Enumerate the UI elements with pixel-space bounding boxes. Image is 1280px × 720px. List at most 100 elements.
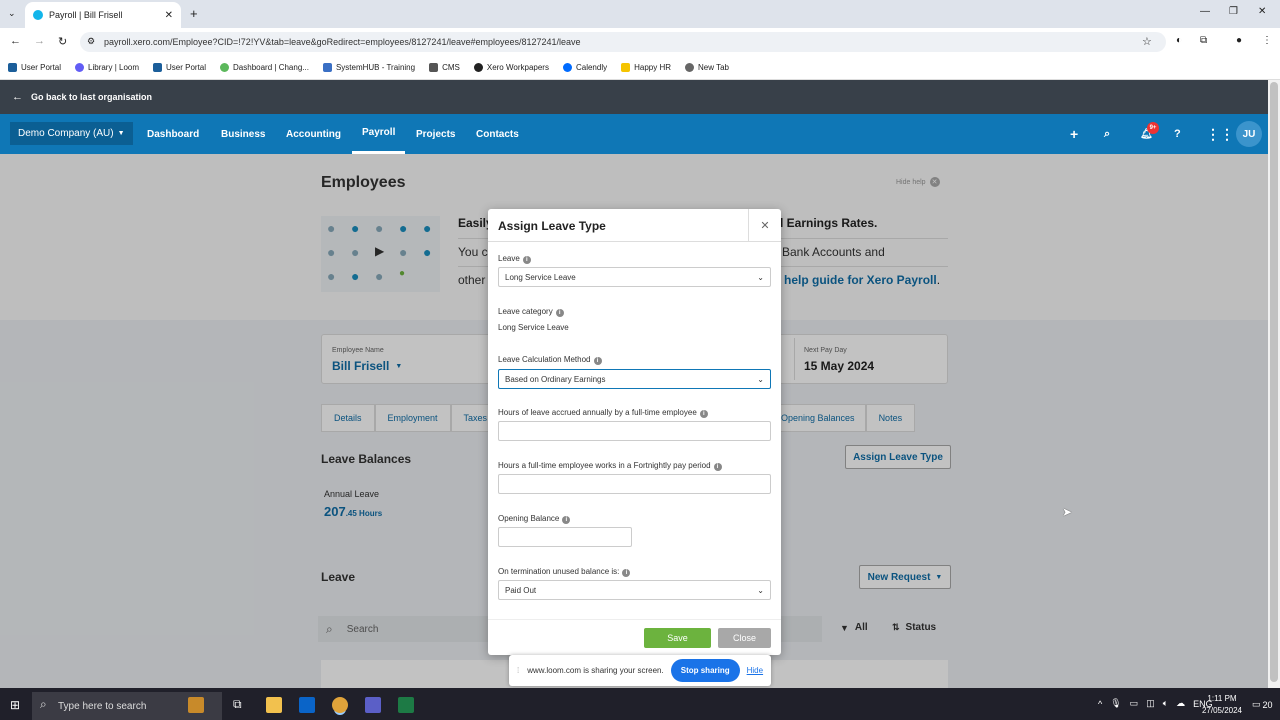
minimize-icon[interactable]: — bbox=[1200, 6, 1210, 17]
bell-icon[interactable]: 🔔︎ bbox=[1140, 114, 1153, 154]
window-close-icon[interactable]: ✕ bbox=[1258, 6, 1266, 17]
bookmark-happy-hr[interactable]: Happy HR bbox=[621, 63, 671, 72]
user-avatar[interactable]: JU bbox=[1236, 121, 1262, 147]
notification-center[interactable]: ▭ 20 bbox=[1252, 699, 1273, 710]
battery-icon[interactable]: ▭ bbox=[1130, 698, 1139, 709]
forward-icon[interactable]: → bbox=[34, 35, 45, 47]
nav-contacts[interactable]: Contacts bbox=[476, 114, 519, 154]
stop-sharing-button[interactable]: Stop sharing bbox=[670, 659, 740, 682]
plus-icon[interactable]: + bbox=[1070, 114, 1078, 154]
hours-accrued-input[interactable] bbox=[498, 421, 771, 441]
new-tab-icon[interactable]: + bbox=[190, 6, 198, 21]
extension-icon[interactable]: ◐ bbox=[1176, 35, 1182, 46]
bookmark-loom[interactable]: Library | Loom bbox=[75, 63, 139, 72]
taskbar-clock[interactable]: 1:11 PM 27/05/2024 bbox=[1198, 693, 1246, 717]
profile-icon[interactable]: ● bbox=[1236, 35, 1242, 46]
xero-favicon-icon bbox=[33, 10, 43, 20]
tab-list-icon[interactable]: ⌄ bbox=[8, 8, 16, 19]
tab-title: Payroll | Bill Frisell bbox=[49, 10, 123, 20]
category-label-text: Leave category bbox=[498, 307, 553, 316]
info-icon: i bbox=[593, 357, 602, 365]
leave-select[interactable]: Long Service Leave ⌄ bbox=[498, 267, 771, 287]
bookmark-dashboard[interactable]: Dashboard | Chang... bbox=[220, 63, 309, 72]
globe-icon bbox=[685, 63, 695, 72]
reload-icon[interactable]: ↻ bbox=[58, 35, 67, 48]
network-icon[interactable]: ◫ bbox=[1146, 698, 1155, 709]
nav-payroll[interactable]: Payroll bbox=[352, 114, 406, 154]
nav-projects[interactable]: Projects bbox=[416, 114, 455, 154]
user-portal-icon bbox=[8, 63, 17, 72]
back-icon[interactable]: ← bbox=[10, 35, 21, 47]
bookmark-new-tab[interactable]: New Tab bbox=[685, 63, 729, 72]
info-icon: i bbox=[522, 256, 531, 264]
tab-close-icon[interactable]: ✕ bbox=[165, 10, 173, 21]
browser-tab[interactable]: Payroll | Bill Frisell ✕ bbox=[25, 2, 181, 28]
outlook-icon[interactable] bbox=[299, 697, 315, 713]
file-explorer-icon[interactable] bbox=[266, 697, 282, 713]
method-label: Leave Calculation Method i bbox=[498, 355, 602, 365]
calendly-icon bbox=[562, 63, 572, 72]
url-text: payroll.xero.com/Employee?CID=!72!YV&tab… bbox=[104, 37, 581, 47]
dialog-footer-divider bbox=[488, 619, 781, 620]
termination-select[interactable]: Paid Out ⌄ bbox=[498, 580, 771, 600]
drag-handle-icon[interactable]: ⁞ bbox=[517, 666, 519, 675]
screen-share-message: www.loom.com is sharing your screen. bbox=[527, 666, 664, 675]
bookmark-calendly[interactable]: Calendly bbox=[562, 63, 607, 72]
extensions-puzzle-icon[interactable]: ⧉ bbox=[1200, 35, 1207, 46]
teams-icon[interactable] bbox=[365, 697, 381, 713]
bookmark-user-portal[interactable]: User Portal bbox=[8, 63, 61, 72]
dialog-title: Assign Leave Type bbox=[498, 219, 606, 233]
nav-business[interactable]: Business bbox=[221, 114, 265, 154]
bookmark-user-portal-2[interactable]: User Portal bbox=[153, 63, 206, 72]
category-value: Long Service Leave bbox=[498, 323, 569, 332]
loom-icon bbox=[75, 63, 85, 72]
system-tray: ^ 🎙︎ ▭ ◫ 🔈︎ ☁ ENG bbox=[1098, 698, 1213, 709]
back-to-organisation-bar[interactable]: ← Go back to last organisation bbox=[0, 80, 1268, 114]
search-icon[interactable]: ⌕ bbox=[1104, 114, 1110, 154]
dialog-close-icon[interactable]: ✕ bbox=[748, 209, 781, 241]
clock-date: 27/05/2024 bbox=[1201, 706, 1243, 715]
org-switcher[interactable]: Demo Company (AU) ▼ bbox=[10, 122, 133, 145]
scrollbar-thumb[interactable] bbox=[1270, 82, 1278, 682]
microphone-icon[interactable]: 🎙︎ bbox=[1110, 698, 1121, 709]
site-info-icon[interactable]: ⚙ bbox=[87, 36, 95, 47]
calculation-method-select[interactable]: Based on Ordinary Earnings ⌄ bbox=[498, 369, 771, 389]
menu-dots-icon[interactable]: ⋮ bbox=[1262, 35, 1272, 46]
bookmark-star-icon[interactable]: ☆ bbox=[1142, 35, 1152, 48]
notification-count: 20 bbox=[1262, 699, 1273, 710]
info-icon: i bbox=[699, 410, 708, 418]
nav-accounting[interactable]: Accounting bbox=[286, 114, 341, 154]
dialog-header-divider bbox=[488, 241, 781, 242]
bookmark-systemhub[interactable]: SystemHUB - Training bbox=[322, 63, 415, 72]
bookmark-cms[interactable]: CMS bbox=[429, 63, 460, 72]
nav-dashboard[interactable]: Dashboard bbox=[147, 114, 199, 154]
clock-time: 1:11 PM bbox=[1207, 694, 1237, 703]
termination-label: On termination unused balance is: i bbox=[498, 567, 631, 577]
bookmark-xero-workpapers[interactable]: Xero Workpapers bbox=[473, 63, 549, 72]
help-icon[interactable]: ? bbox=[1174, 114, 1181, 154]
speaker-icon[interactable]: 🔈︎ bbox=[1163, 698, 1168, 709]
user-portal-icon bbox=[153, 63, 163, 72]
method-label-text: Leave Calculation Method bbox=[498, 355, 591, 364]
taskbar-search-placeholder: Type here to search bbox=[58, 700, 147, 712]
org-name: Demo Company (AU) bbox=[18, 128, 114, 139]
chrome-icon[interactable] bbox=[332, 697, 348, 713]
task-view-icon[interactable]: ⧉ bbox=[233, 697, 242, 712]
category-label: Leave category i bbox=[498, 307, 564, 317]
excel-icon[interactable] bbox=[398, 697, 414, 713]
chevron-down-icon: ⌄ bbox=[757, 585, 764, 595]
onedrive-icon[interactable]: ☁ bbox=[1176, 698, 1185, 709]
url-bar[interactable]: payroll.xero.com/Employee?CID=!72!YV&tab… bbox=[80, 32, 1166, 52]
hours-period-input[interactable] bbox=[498, 474, 771, 494]
windows-start-icon[interactable]: ⊞ bbox=[10, 698, 20, 712]
info-icon: i bbox=[555, 309, 564, 317]
save-button[interactable]: Save bbox=[644, 628, 711, 648]
hours-accrued-label-text: Hours of leave accrued annually by a ful… bbox=[498, 408, 697, 417]
close-button[interactable]: Close bbox=[718, 628, 771, 648]
hide-share-bar-link[interactable]: Hide bbox=[747, 666, 763, 675]
opening-balance-input[interactable] bbox=[498, 527, 632, 547]
chevron-up-icon[interactable]: ^ bbox=[1098, 699, 1102, 709]
restore-icon[interactable]: ❐ bbox=[1229, 6, 1238, 17]
bookmarks-bar: User Portal Library | Loom User Portal D… bbox=[0, 56, 1280, 80]
arrow-left-icon: ← bbox=[12, 91, 23, 103]
